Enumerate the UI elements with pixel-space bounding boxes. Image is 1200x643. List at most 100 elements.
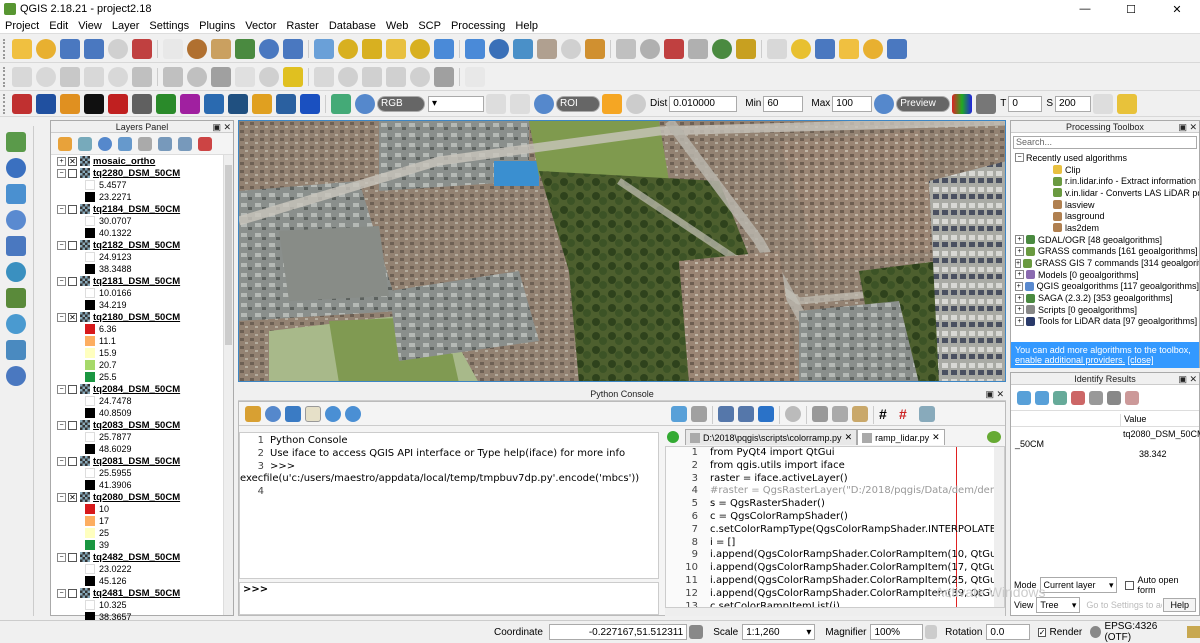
zoom-in-icon[interactable] [235,38,255,59]
expand-icon[interactable]: + [1015,270,1024,280]
node-tool-icon[interactable] [132,66,152,87]
move-feature-icon[interactable] [108,66,128,87]
recent-group[interactable]: − Recently used algorithms [1013,152,1199,164]
zoom-next-icon[interactable] [410,38,430,59]
layers-scrollbar[interactable] [223,155,233,615]
download-icon[interactable] [36,93,56,114]
menu-settings[interactable]: Settings [144,20,194,32]
expand-icon[interactable]: + [1015,246,1024,256]
tab-list-icon[interactable] [987,431,1001,443]
layer-visibility-checkbox[interactable] [68,384,77,394]
comment-icon[interactable]: # [879,406,895,422]
map-layer-icon[interactable] [331,93,351,114]
copy-icon[interactable] [832,406,848,422]
save-edits-icon[interactable] [60,66,80,87]
coordinate-input[interactable]: -0.227167,51.512311 [548,624,688,640]
layer-row[interactable]: − tq2184_DSM_50CM [51,203,233,215]
add-tab-icon[interactable] [667,431,679,443]
save-as-icon[interactable] [738,406,754,422]
run-script-icon[interactable] [758,406,774,422]
expand-icon[interactable]: + [1015,293,1024,303]
zoom-roi-icon[interactable] [534,93,554,114]
algorithm-item[interactable]: las2dem [1013,222,1199,234]
roi-tools-icon[interactable] [228,93,248,114]
messages-icon[interactable] [1186,626,1200,638]
expand-icon[interactable]: + [1015,316,1024,326]
menu-web[interactable]: Web [381,20,413,32]
label-icon[interactable] [712,38,732,59]
python-icon[interactable] [465,66,485,87]
clear-results-icon[interactable] [1071,390,1085,405]
algorithm-item[interactable]: r.in.lidar.info - Extract information fr… [1013,175,1199,187]
layer-visibility-checkbox[interactable] [68,276,77,286]
s-input[interactable]: 200 [1055,95,1092,112]
magnifier-spin-icon[interactable] [925,625,938,639]
console-input[interactable]: >>> [239,582,659,615]
layer-row[interactable]: − tq2081_DSM_50CM [51,455,233,467]
toggle-extents-icon[interactable] [689,625,704,639]
expand-icon[interactable]: + [1015,305,1024,315]
scale-select[interactable]: 1:1,260 ▾ [742,624,816,640]
whats-this-icon[interactable] [815,38,835,59]
move-label-icon[interactable] [338,66,358,87]
open-project-icon[interactable] [36,38,56,59]
layer-row[interactable]: − tq2083_DSM_50CM [51,419,233,431]
pan-to-selection-icon[interactable] [211,38,231,59]
add-spatialite-icon[interactable] [6,184,26,204]
expand-icon[interactable]: + [1015,258,1022,268]
label-icon[interactable] [259,66,279,87]
collapse-icon[interactable]: − [57,276,66,286]
classification-icon[interactable] [108,93,128,114]
action-icon[interactable] [513,38,533,59]
zoom-selection-icon[interactable] [338,38,358,59]
scp-dock-icon[interactable] [276,93,296,114]
min-input[interactable]: 60 [763,95,804,112]
console-output[interactable]: 1 Python Console 2 Use iface to access QGIS… [239,432,659,579]
collapse-icon[interactable]: − [57,552,66,562]
collapse-icon[interactable]: − [57,456,66,466]
pan-icon[interactable] [163,38,183,59]
classification-icon[interactable] [952,93,973,114]
delete-selected-icon[interactable] [163,66,183,87]
roi-polygon-icon[interactable] [510,93,530,114]
style-icon[interactable] [58,136,72,151]
menu-plugins[interactable]: Plugins [194,20,240,32]
layer-row[interactable]: − tq2084_DSM_50CM [51,383,233,395]
help-button[interactable]: Help [1163,598,1196,612]
bookmark-icon[interactable] [664,38,684,59]
filter-icon[interactable] [118,136,132,151]
add-vector-layer-icon[interactable] [6,132,26,152]
layer-row[interactable]: − ✕ tq2180_DSM_50CM [51,311,233,323]
layer-visibility-checkbox[interactable]: ✕ [68,492,77,502]
signature-icon[interactable] [180,93,200,114]
layer-visibility-checkbox[interactable] [68,588,77,598]
collapse-icon[interactable]: − [57,420,66,430]
layer-visibility-checkbox[interactable] [68,552,77,562]
band-calc-icon[interactable] [84,93,104,114]
editor-hscrollbar[interactable] [665,608,1005,616]
layer-row[interactable]: − tq2181_DSM_50CM [51,275,233,287]
find-icon[interactable] [785,406,801,422]
python-dock-buttons[interactable]: ▣ ✕ [985,388,1004,400]
open-editor-icon[interactable] [691,406,707,422]
save-as-icon[interactable] [84,38,104,59]
zoom-native-icon[interactable] [283,38,303,59]
mode-select[interactable]: Current layer ▾ [1039,577,1118,593]
python-icon[interactable] [285,405,301,422]
add-wfs-icon[interactable] [6,262,26,282]
scp-help-icon[interactable] [300,93,320,114]
menu-scp[interactable]: SCP [413,20,446,32]
roi-button[interactable]: ROI [556,95,600,112]
open-script-icon[interactable] [671,406,687,422]
menu-vector[interactable]: Vector [240,20,281,32]
expand-icon[interactable]: + [1015,235,1024,245]
spectral-plot-icon[interactable] [132,93,152,114]
add-wcs-icon[interactable] [6,236,26,256]
collapse-icon[interactable]: − [57,312,66,322]
help-icon[interactable] [791,38,811,59]
close-button[interactable]: ✕ [1154,0,1200,18]
band-select[interactable]: ▾ [428,95,484,112]
add-raster-layer-icon[interactable] [6,158,26,178]
add-roi-icon[interactable] [602,93,622,114]
menu-database[interactable]: Database [324,20,381,32]
